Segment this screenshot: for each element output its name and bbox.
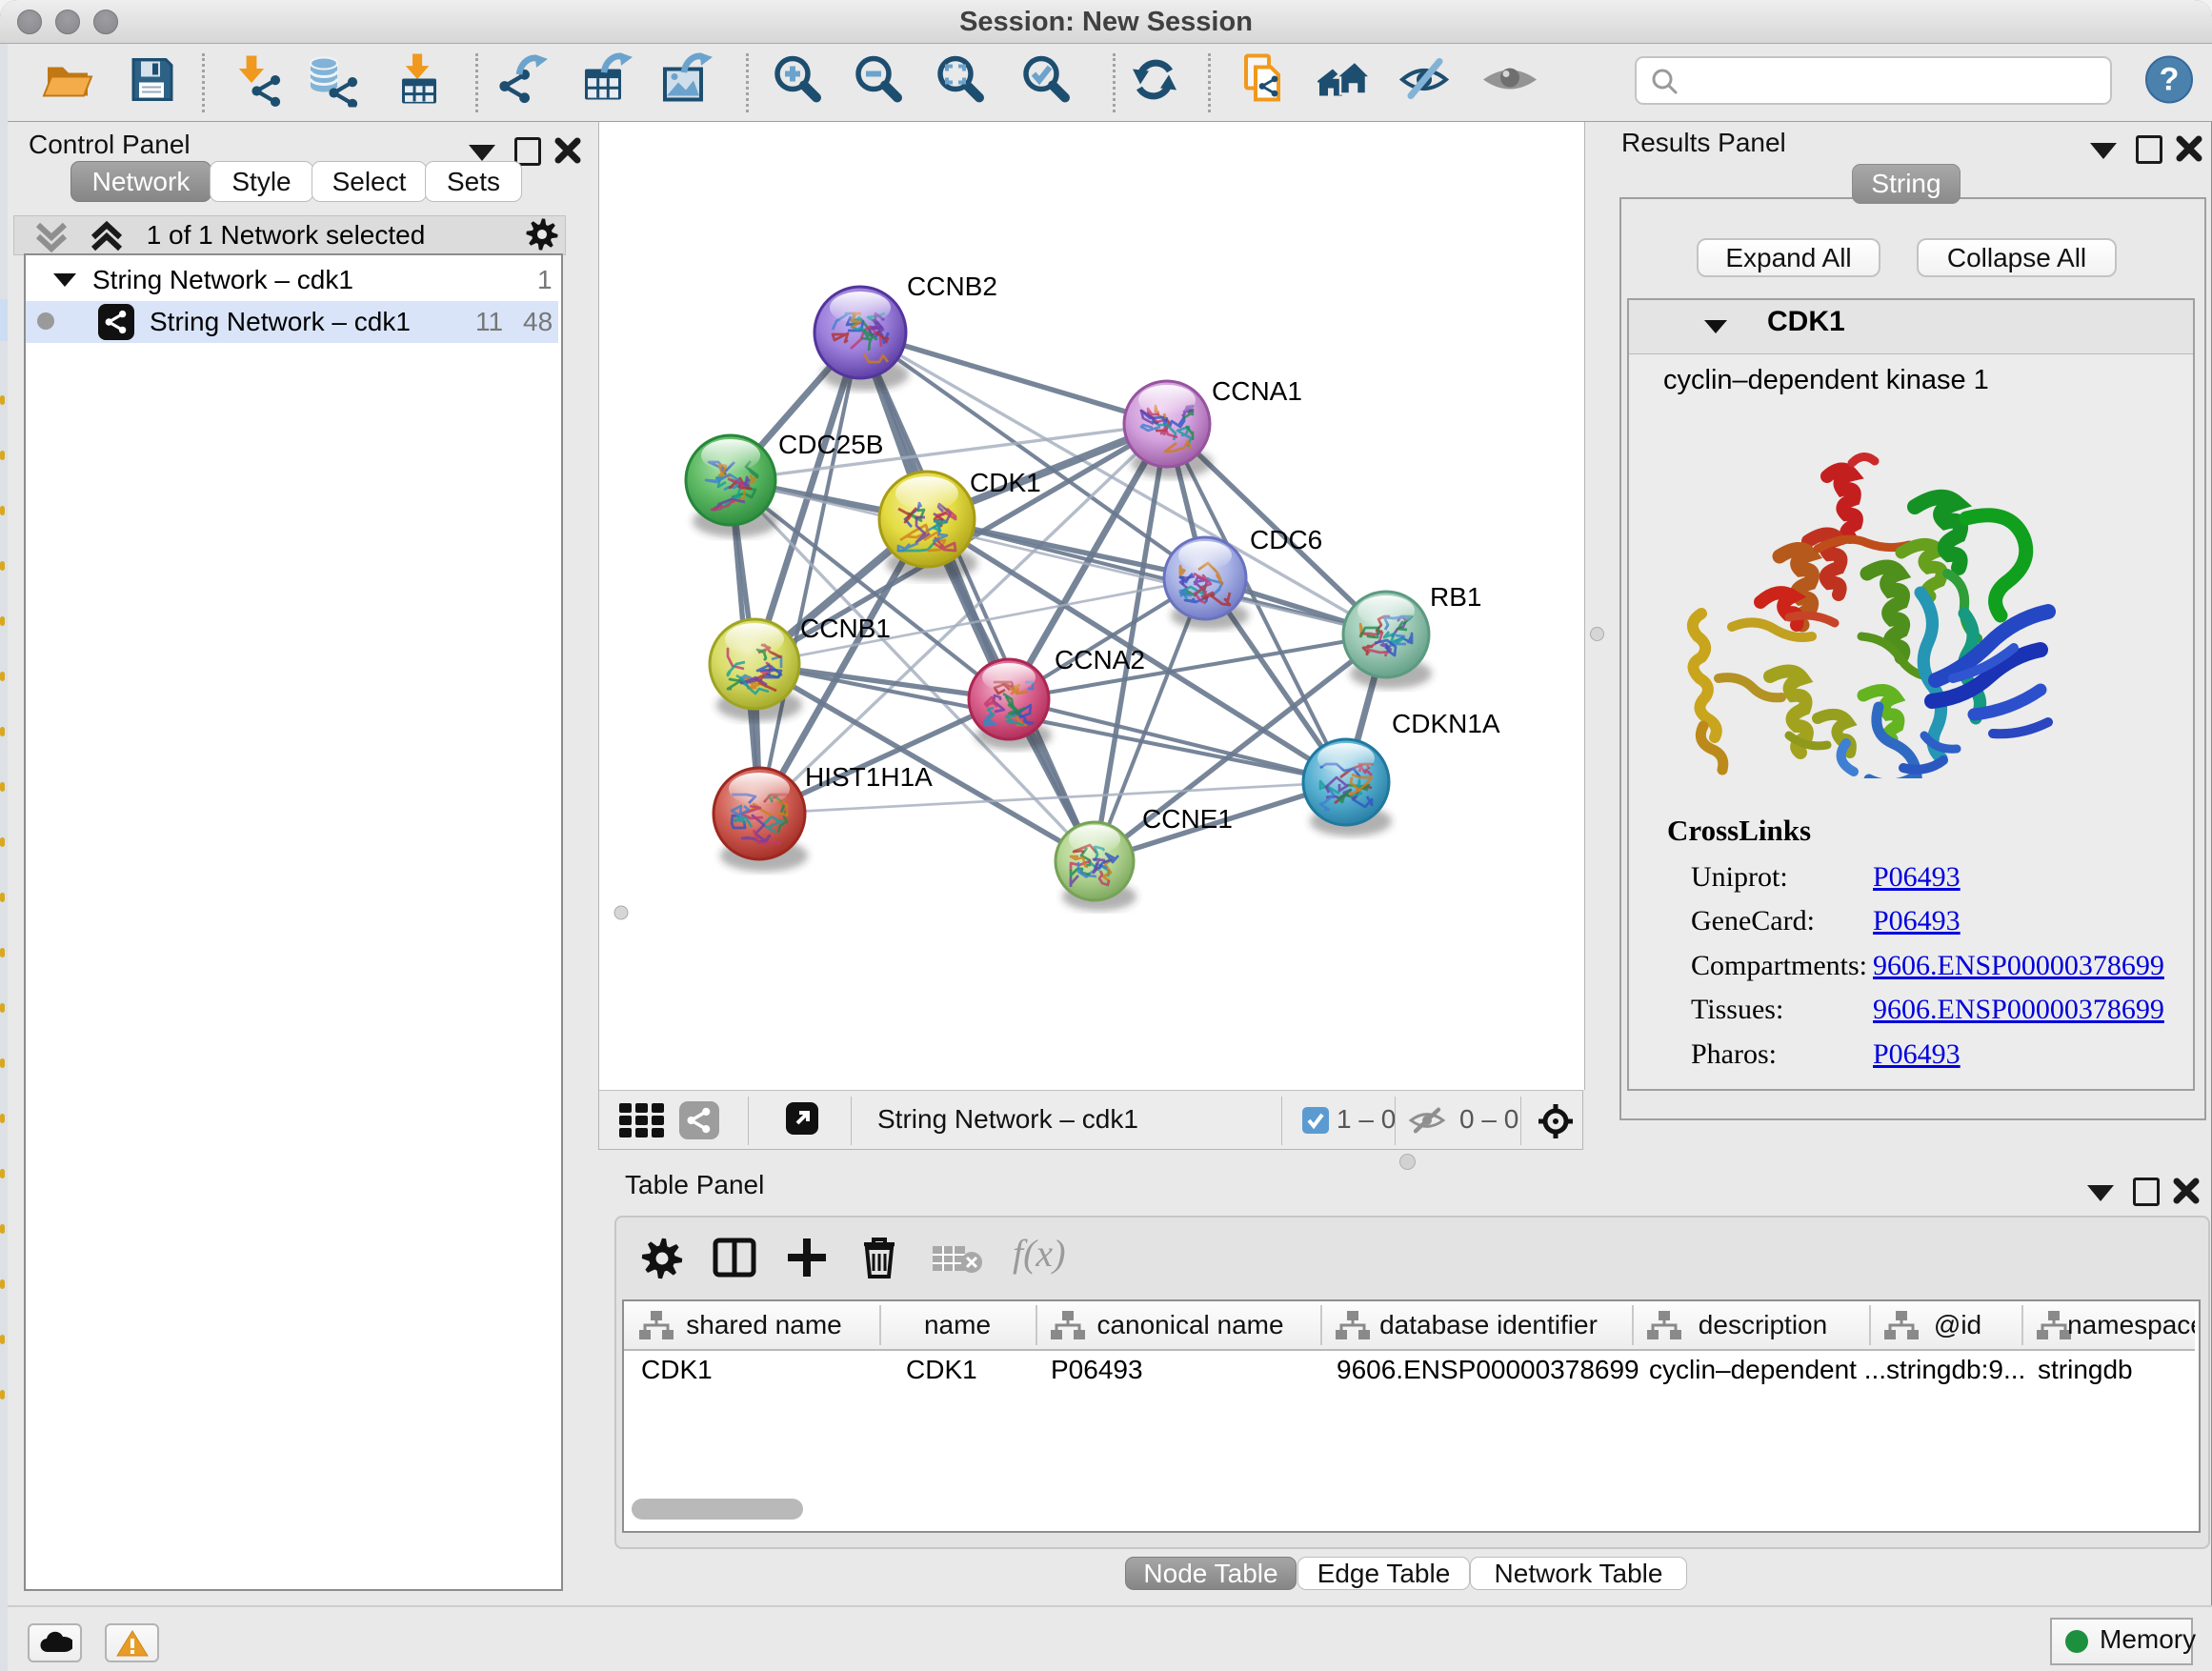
svg-text:HIST1H1A: HIST1H1A [805, 762, 933, 792]
svg-text:CCNE1: CCNE1 [1142, 804, 1233, 834]
svg-text:CDKN1A: CDKN1A [1392, 709, 1500, 738]
svg-text:CDC6: CDC6 [1250, 525, 1322, 554]
svg-text:CDC25B: CDC25B [778, 430, 883, 459]
svg-text:CCNA1: CCNA1 [1212, 376, 1302, 406]
svg-text:?: ? [2160, 62, 2180, 98]
svg-text:RB1: RB1 [1430, 582, 1481, 612]
svg-text:CCNB2: CCNB2 [907, 272, 997, 301]
svg-text:CCNA2: CCNA2 [1055, 645, 1145, 674]
svg-text:CCNB1: CCNB1 [800, 614, 891, 643]
svg-text:CDK1: CDK1 [970, 468, 1041, 497]
